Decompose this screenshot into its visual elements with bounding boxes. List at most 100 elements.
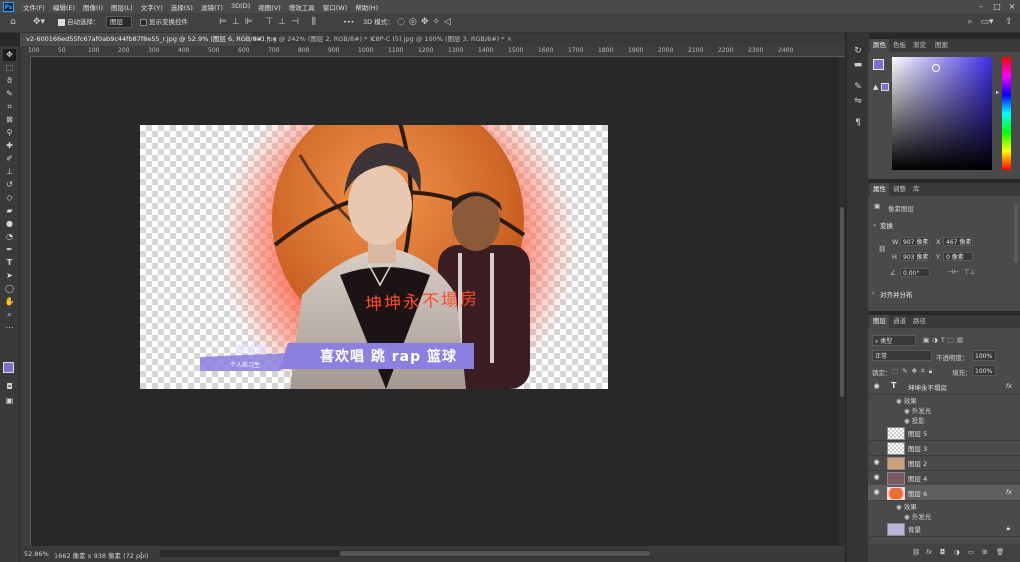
menu-item[interactable]: 文件(F): [19, 2, 49, 12]
align-icons[interactable]: ⊨⊥⊫ ⊤⊥⊣ ⫼: [205, 16, 335, 29]
marquee-tool-icon[interactable]: ⬚: [3, 62, 16, 74]
visibility-eye-icon[interactable]: ◉: [896, 397, 904, 405]
paragraph-icon[interactable]: ¶: [852, 117, 864, 130]
visibility-eye-icon[interactable]: ◉: [904, 417, 912, 425]
zoom-level[interactable]: 52.86%: [24, 550, 49, 558]
clone-stamp-tool-icon[interactable]: ⊥: [3, 166, 16, 178]
align-expand-icon[interactable]: ›: [872, 289, 875, 297]
height-field[interactable]: 903 像素: [900, 252, 930, 261]
pen-tool-icon[interactable]: ✒: [3, 244, 16, 256]
3d-mode-icons[interactable]: ◌◎✥✧◁: [396, 16, 456, 29]
color-field[interactable]: [892, 57, 992, 170]
close-icon[interactable]: ×: [1005, 0, 1019, 13]
y-field[interactable]: 0 像素: [943, 252, 973, 261]
flip-vertical-icon[interactable]: ⊤⊥: [964, 268, 975, 276]
blur-tool-icon[interactable]: ●: [3, 218, 16, 230]
eyedropper-tool-icon[interactable]: ⚲: [3, 127, 16, 139]
tab-document-3[interactable]: C8P-C (5).jpg @ 100% (图层 3, RGB/8#) * ×: [365, 33, 512, 46]
screen-mode-icon[interactable]: ▣: [3, 395, 16, 407]
auto-select-target-dropdown[interactable]: 图层: [106, 16, 132, 29]
tab-close-icon[interactable]: ×: [507, 35, 512, 43]
menu-item[interactable]: 3D(D): [227, 2, 254, 12]
layer-row-text[interactable]: ◉ T 坤坤永不塌房 fx: [868, 379, 1020, 395]
mask-icon[interactable]: ◘: [940, 548, 945, 556]
tab-channels[interactable]: 通道: [890, 315, 909, 328]
effect-drop-shadow[interactable]: ◉ 投影: [904, 415, 925, 425]
new-layer-icon[interactable]: ⊞: [982, 548, 987, 556]
adjustments-icon[interactable]: ⇋: [852, 95, 864, 108]
visibility-eye-icon[interactable]: ◉: [904, 407, 912, 415]
tab-paths[interactable]: 路径: [910, 315, 929, 328]
layer-row-3[interactable]: 图层 3: [868, 440, 1020, 456]
menu-item[interactable]: 增效工具: [285, 2, 319, 12]
search-icon[interactable]: ⌕: [964, 16, 976, 29]
share-icon[interactable]: ⇪: [1003, 16, 1015, 29]
eraser-tool-icon[interactable]: ◇: [3, 192, 16, 204]
layer-row-2[interactable]: ◉ 图层 2: [868, 455, 1020, 471]
tab-color[interactable]: 颜色: [870, 39, 889, 52]
path-select-tool-icon[interactable]: ➤: [3, 270, 16, 282]
layer-row-4[interactable]: ◉ 图层 4: [868, 470, 1020, 486]
status-menu-arrow[interactable]: ›: [140, 549, 143, 557]
menu-item[interactable]: 文字(Y): [137, 2, 167, 12]
width-field[interactable]: 907 像素: [900, 237, 930, 246]
hue-slider[interactable]: [1002, 57, 1011, 170]
visibility-eye-icon[interactable]: ◉: [872, 488, 881, 496]
more-options-button[interactable]: •••: [343, 16, 355, 29]
layer-row-6[interactable]: ◉ 图层 6 fx: [868, 485, 1020, 501]
layer-row-5[interactable]: 图层 5: [868, 425, 1020, 441]
tab-document-2[interactable]: K-C.jpg @ 242% (图层 2, RGB/8#) * ×: [248, 33, 375, 46]
crop-tool-icon[interactable]: ⌗: [3, 101, 16, 113]
auto-select-checkbox[interactable]: 自动选择：: [58, 16, 100, 29]
visibility-eye-icon[interactable]: ◉: [872, 382, 881, 390]
tab-layers[interactable]: 图层: [870, 315, 889, 328]
healing-brush-tool-icon[interactable]: ✚: [3, 140, 16, 152]
fx-icon[interactable]: fx: [1006, 488, 1012, 496]
tab-document-1[interactable]: v2-600166ed55fc67af0ab9c44fb87f8e55_r.jp…: [20, 33, 277, 46]
quick-select-tool-icon[interactable]: ✎: [3, 88, 16, 100]
fx-icon[interactable]: fx: [1006, 382, 1012, 390]
visibility-eye-icon[interactable]: ◉: [872, 473, 881, 481]
home-icon[interactable]: ⌂: [7, 16, 19, 29]
group-icon[interactable]: ▭: [968, 548, 974, 556]
tab-gradients[interactable]: 渐变: [910, 39, 929, 52]
minimize-icon[interactable]: –: [974, 0, 988, 13]
effect-outer-glow[interactable]: ◉ 外发光: [904, 405, 931, 415]
comments-icon[interactable]: ▬: [852, 59, 864, 72]
menu-item[interactable]: 视图(V): [254, 2, 285, 12]
visibility-eye-icon[interactable]: ◉: [904, 513, 912, 521]
horizontal-scrollbar[interactable]: [160, 550, 650, 557]
document-canvas[interactable]: 坤坤永不塌房 喜欢唱 跳 rap 篮球 蔡徐坤 个人练习生: [140, 125, 608, 389]
menu-item[interactable]: 编辑(E): [49, 2, 79, 12]
frame-tool-icon[interactable]: ⊠: [3, 114, 16, 126]
tab-patterns[interactable]: 图案: [932, 39, 951, 52]
fill-field[interactable]: 100%: [972, 365, 996, 376]
layer-filter-icons[interactable]: ▣◑T⬚▤: [923, 336, 966, 344]
history-brush-tool-icon[interactable]: ↺: [3, 179, 16, 191]
brush-settings-icon[interactable]: ✎: [852, 81, 864, 94]
blend-mode-dropdown[interactable]: 正常: [872, 350, 932, 361]
move-tool-icon[interactable]: ✥: [3, 49, 16, 61]
layer-filter-dropdown[interactable]: ⌕ 类型: [872, 335, 916, 346]
foreground-color-swatch[interactable]: [3, 362, 14, 373]
app-logo[interactable]: Ps: [3, 1, 14, 12]
opacity-field[interactable]: 100%: [972, 350, 996, 361]
panel-foreground-swatch[interactable]: [873, 59, 884, 70]
visibility-eye-icon[interactable]: ◉: [872, 458, 881, 466]
zoom-tool-icon[interactable]: ⌕: [3, 309, 16, 321]
menu-item[interactable]: 图层(L): [107, 2, 137, 12]
history-icon[interactable]: ↻: [852, 45, 864, 58]
workspace-icon[interactable]: ▭▾: [980, 16, 994, 29]
menu-item[interactable]: 图像(I): [79, 2, 107, 12]
hue-slider-handle-icon[interactable]: ▸: [996, 89, 999, 96]
menu-item[interactable]: 窗口(W): [319, 2, 352, 12]
x-field[interactable]: 467 像素: [943, 237, 973, 246]
layer-row-background[interactable]: 背景 🔒︎: [868, 521, 1020, 537]
properties-scrollbar[interactable]: [1014, 203, 1018, 263]
tab-properties[interactable]: 属性: [870, 183, 889, 196]
shape-tool-icon[interactable]: ◯: [3, 283, 16, 295]
flip-horizontal-icon[interactable]: ⊣⊢: [948, 268, 959, 276]
tab-swatches[interactable]: 色板: [890, 39, 909, 52]
tab-libraries[interactable]: 库: [910, 183, 923, 196]
fx-icon[interactable]: fx: [926, 548, 932, 556]
